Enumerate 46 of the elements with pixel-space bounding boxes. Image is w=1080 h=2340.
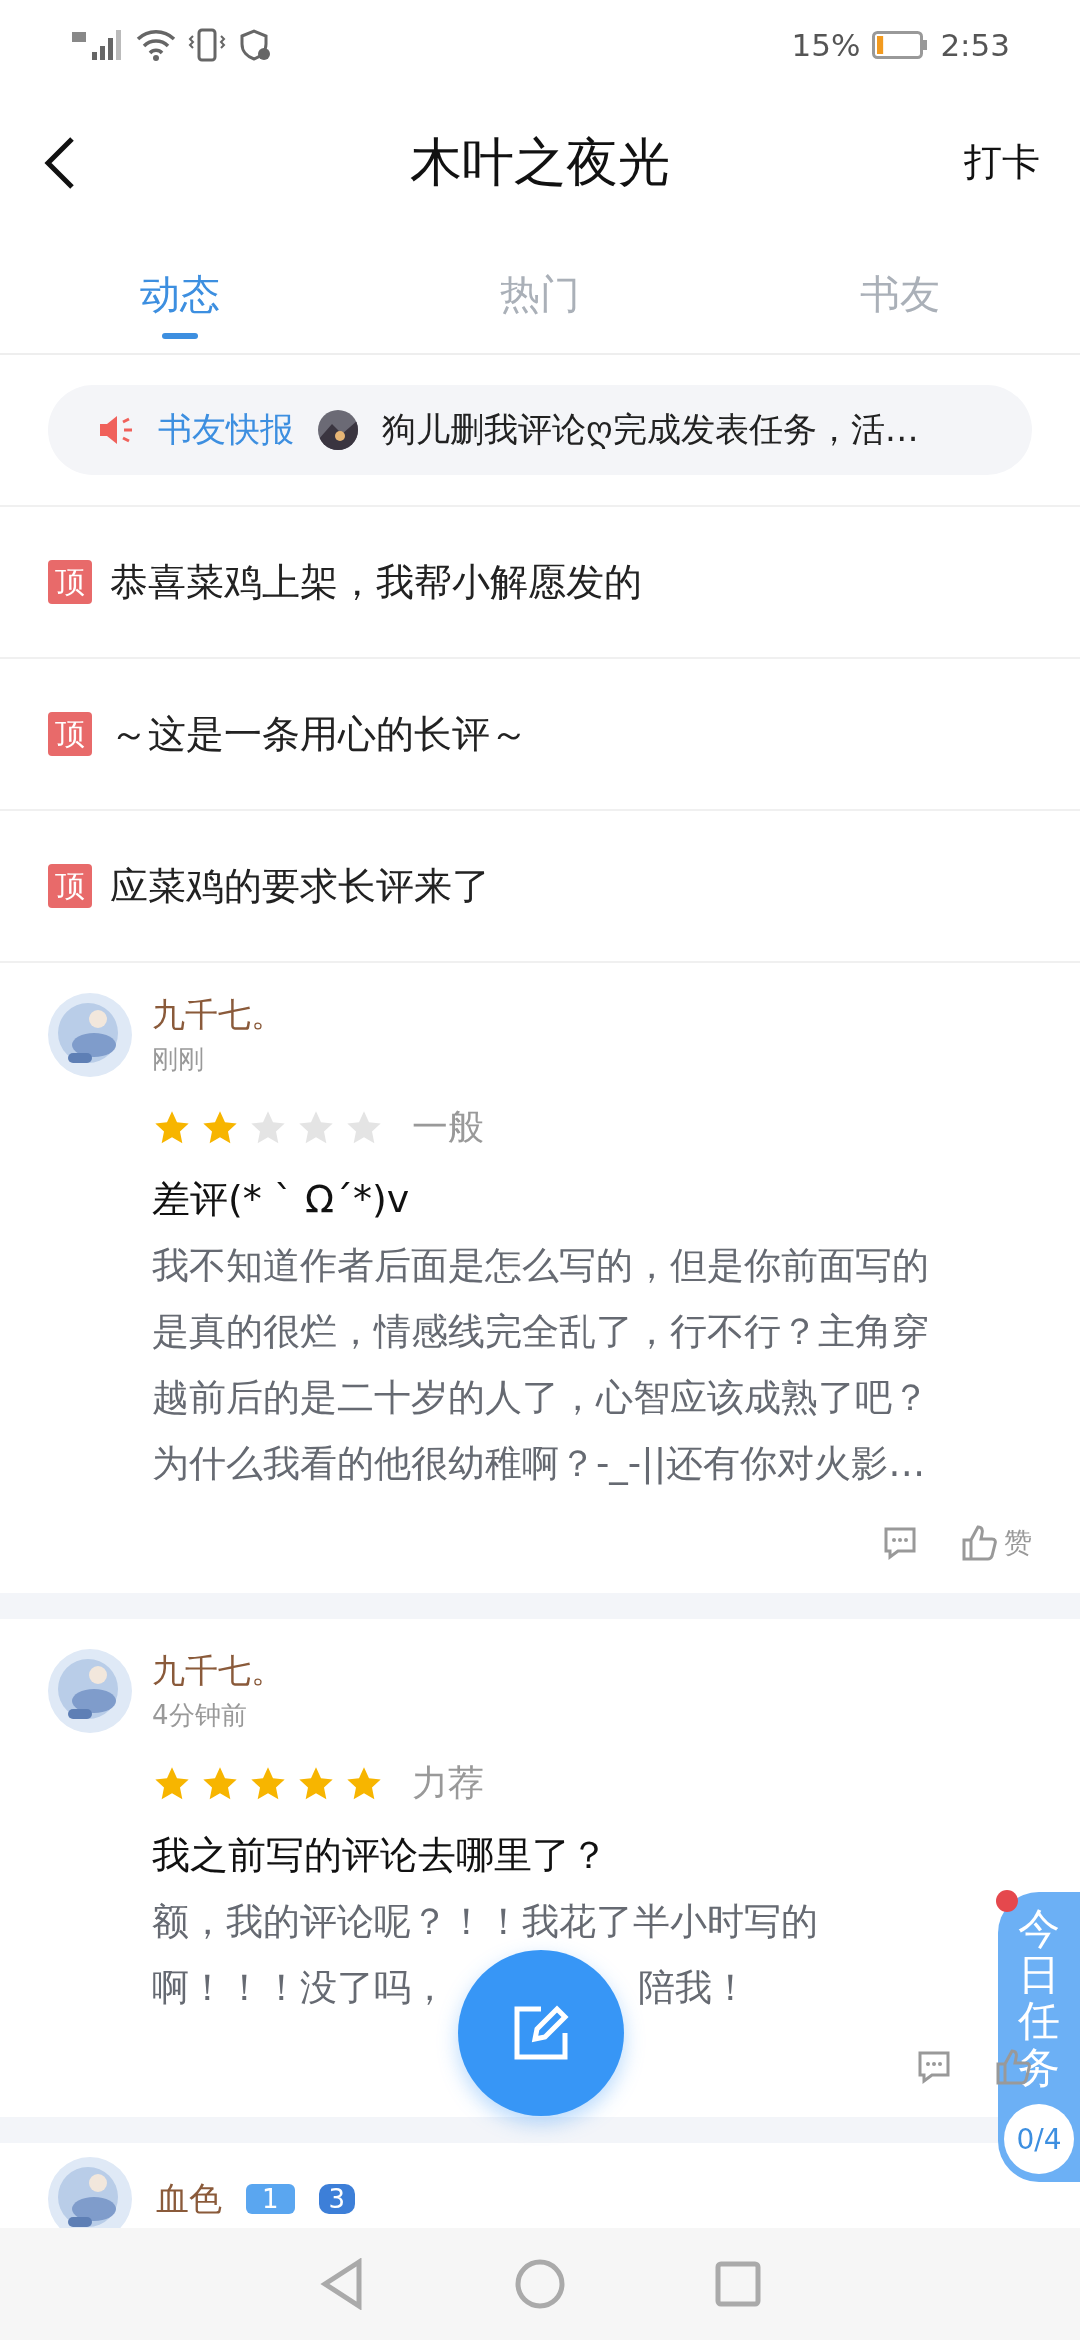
user-name: 九千七。	[152, 994, 284, 1036]
notification-dot	[996, 1890, 1018, 1912]
page-title: 木叶之夜光	[410, 130, 670, 194]
home-nav-icon[interactable]	[515, 2259, 565, 2309]
back-nav-icon[interactable]	[319, 2258, 365, 2310]
review-title: 差评(* ` Ω´*)v	[152, 1176, 411, 1223]
compose-button[interactable]	[458, 1950, 624, 2116]
pinned-post[interactable]: 顶 恭喜菜鸡上架，我帮小解愿发的	[0, 507, 1080, 659]
post-time: 刚刚	[152, 1043, 205, 1076]
news-ticker[interactable]: 书友快报 狗儿删我评论ღ完成发表任务，活…	[48, 385, 1032, 475]
post-title: 应菜鸡的要求长评来了	[110, 862, 490, 910]
rating-label: 力荐	[412, 1761, 484, 1805]
pinned-tag: 顶	[48, 864, 92, 908]
wifi-icon	[136, 29, 176, 61]
review-text: 陪我！	[638, 1965, 749, 2011]
vibrate-icon	[188, 28, 226, 62]
pinned-post[interactable]: 顶 ～这是一条用心的长评～	[0, 659, 1080, 811]
level-badge: 1	[246, 2184, 295, 2214]
user-name: 血色	[156, 2177, 222, 2220]
shield-icon	[238, 28, 272, 62]
review-text: 是真的很烂，情感线完全乱了，行不行？主角穿	[152, 1309, 929, 1355]
review-text: 为什么我看的他很幼稚啊？-_-||还有你对火影…	[152, 1441, 926, 1487]
review-text: 啊！！！没了吗，	[152, 1965, 448, 2011]
ticker-label: 书友快报	[158, 408, 294, 451]
user-name: 九千七。	[152, 1650, 284, 1692]
signal-icon	[70, 28, 124, 62]
clock-time: 2:53	[940, 27, 1010, 63]
post-title: 恭喜菜鸡上架，我帮小解愿发的	[110, 558, 642, 606]
review-text: 我不知道作者后面是怎么写的，但是你前面写的	[152, 1243, 929, 1289]
check-in-button[interactable]: 打卡	[964, 137, 1040, 188]
pinned-post[interactable]: 顶 应菜鸡的要求长评来了	[0, 811, 1080, 963]
review-text: 额，我的评论呢？！！我花了半小时写的	[152, 1899, 818, 1945]
battery-icon	[872, 31, 929, 59]
battery-percent: 15%	[791, 27, 861, 63]
ticker-text: 狗儿删我评论ღ完成发表任务，活…	[382, 408, 919, 451]
recents-nav-icon[interactable]	[715, 2261, 761, 2307]
speaker-icon	[98, 414, 134, 446]
review-title: 我之前写的评论去哪里了？	[152, 1832, 609, 1879]
pinned-tag: 顶	[48, 712, 92, 756]
task-label: 今日任务	[1018, 1906, 1060, 2091]
pinned-tag: 顶	[48, 560, 92, 604]
medal-badge: 3	[318, 2184, 356, 2214]
rating-label: 一般	[412, 1105, 484, 1149]
post-title: ～这是一条用心的长评～	[110, 710, 528, 758]
post-time: 4分钟前	[152, 1699, 248, 1732]
review-text: 越前后的是二十岁的人了，心智应该成熟了吧？	[152, 1375, 929, 1421]
